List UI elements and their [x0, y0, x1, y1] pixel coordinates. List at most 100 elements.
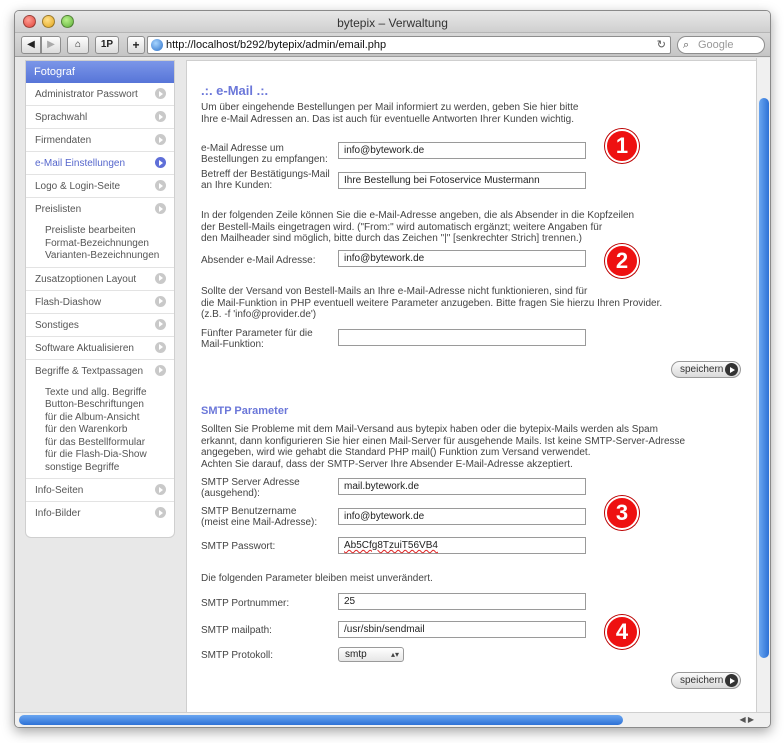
- sender-email-label: Absender e-Mail Adresse:: [201, 255, 316, 266]
- email-intro: Um über eingehende Bestellungen per Mail…: [201, 102, 579, 125]
- arrow-right-icon: [155, 88, 166, 99]
- sidebar-item-flash-diashow[interactable]: Flash-Diashow: [26, 291, 174, 314]
- sidebar-item-begriffe[interactable]: Begriffe & Textpassagen: [26, 360, 174, 383]
- sender-info-text: In der folgenden Zeile können Sie die e-…: [201, 210, 635, 244]
- sidebar-item-label: Info-Seiten: [35, 485, 84, 496]
- fifth-param-label: Fünfter Parameter für die Mail-Funktion:: [201, 328, 313, 350]
- save-button-label: speichern: [680, 675, 724, 686]
- sender-email-input[interactable]: info@bytework.de: [338, 250, 586, 267]
- submenu-link[interactable]: für die Flash-Dia-Show: [45, 449, 174, 462]
- address-bar[interactable]: http://localhost/b292/bytepix/admin/emai…: [147, 36, 671, 54]
- email-section-title: .:. e-Mail .:.: [201, 83, 269, 98]
- smtp-protocol-label: SMTP Protokoll:: [201, 650, 274, 661]
- fifth-param-info-text: Sollte der Versand von Bestell-Mails an …: [201, 286, 663, 320]
- sidebar-item-email-einstellungen[interactable]: e-Mail Einstellungen: [26, 152, 174, 175]
- order-email-input[interactable]: info@bytework.de: [338, 142, 586, 159]
- vertical-scrollbar[interactable]: [756, 58, 770, 714]
- smtp-section-title: SMTP Parameter: [201, 405, 289, 417]
- sidebar-item-label: Info-Bilder: [35, 508, 81, 519]
- back-button[interactable]: ◀: [21, 36, 41, 54]
- search-icon: ⌕: [683, 39, 690, 51]
- submenu-link[interactable]: Texte und allg. Begriffe: [45, 387, 174, 400]
- window-title: bytepix – Verwaltung: [337, 16, 448, 30]
- sidebar-item-zusatzoptionen[interactable]: Zusatzoptionen Layout: [26, 268, 174, 291]
- arrow-right-icon: [155, 180, 166, 191]
- sidebar-item-logo-login[interactable]: Logo & Login-Seite: [26, 175, 174, 198]
- submenu-link[interactable]: für das Bestellformular: [45, 437, 174, 450]
- annotation-badge-1: 1: [605, 129, 639, 163]
- smtp-mailpath-input[interactable]: /usr/sbin/sendmail: [338, 621, 586, 638]
- smtp-protocol-value: smtp: [345, 649, 367, 660]
- smtp-server-label: SMTP Server Adresse (ausgehend):: [201, 477, 300, 499]
- arrow-right-icon: [155, 295, 166, 307]
- page-viewport: Fotograf Administrator Passwort Sprachwa…: [15, 58, 757, 714]
- home-button[interactable]: ⌂: [67, 36, 89, 54]
- submenu-link[interactable]: Button-Beschriftungen: [45, 399, 174, 412]
- search-input[interactable]: ⌕ Google: [677, 36, 765, 54]
- submenu-link[interactable]: sonstige Begriffe: [45, 462, 174, 475]
- browser-window: bytepix – Verwaltung ◀ ▶ ⌂ 1P + http://l…: [14, 10, 771, 728]
- preislisten-submenu: Preisliste bearbeiten Format-Bezeichnung…: [26, 221, 174, 268]
- sidebar-item-info-bilder[interactable]: Info-Bilder: [26, 502, 174, 525]
- order-email-label: e-Mail Adresse um Bestellungen zu empfan…: [201, 143, 328, 165]
- globe-icon: [151, 39, 163, 51]
- sidebar-item-software-aktualisieren[interactable]: Software Aktualisieren: [26, 337, 174, 360]
- sidebar-item-label: Sprachwahl: [35, 112, 88, 123]
- smtp-password-input[interactable]: Ab5Cfg8TzuiT56VB4: [338, 537, 586, 554]
- url-text: http://localhost/b292/bytepix/admin/emai…: [166, 39, 387, 51]
- sidebar-item-label: Firmendaten: [35, 135, 92, 146]
- submenu-link[interactable]: Varianten-Bezeichnungen: [45, 250, 174, 263]
- main-content: .:. e-Mail .:. Um über eingehende Bestel…: [186, 60, 757, 714]
- smtp-username-input[interactable]: info@bytework.de: [338, 508, 586, 525]
- scroll-arrows-icon[interactable]: ◀ ▶: [739, 713, 754, 727]
- sidebar-header: Fotograf: [26, 61, 174, 83]
- horizontal-scrollbar[interactable]: ◀ ▶: [15, 712, 770, 727]
- add-bookmark-button[interactable]: +: [127, 36, 145, 54]
- reload-icon[interactable]: ↻: [657, 37, 666, 53]
- arrow-right-icon: [155, 318, 166, 330]
- horizontal-scroll-thumb[interactable]: [19, 715, 623, 725]
- fifth-param-input[interactable]: [338, 329, 586, 346]
- submenu-link[interactable]: Preisliste bearbeiten: [45, 225, 174, 238]
- sidebar-item-label: Logo & Login-Seite: [35, 181, 121, 192]
- arrow-right-icon: [155, 157, 166, 168]
- smtp-server-input[interactable]: mail.bytework.de: [338, 478, 586, 495]
- arrow-right-icon: [725, 363, 738, 376]
- sidebar-item-preislisten[interactable]: Preislisten: [26, 198, 174, 221]
- smtp-protocol-select[interactable]: smtp ▴▾: [338, 647, 404, 662]
- submenu-link[interactable]: für die Album-Ansicht: [45, 412, 174, 425]
- save-button-label: speichern: [680, 364, 724, 375]
- smtp-mailpath-label: SMTP mailpath:: [201, 625, 272, 636]
- arrow-right-icon: [155, 484, 166, 495]
- sidebar-item-sonstiges[interactable]: Sonstiges: [26, 314, 174, 337]
- vertical-scroll-thumb[interactable]: [759, 98, 769, 658]
- annotation-badge-4: 4: [605, 615, 639, 649]
- save-email-button[interactable]: speichern: [671, 361, 741, 378]
- sidebar-item-firmendaten[interactable]: Firmendaten: [26, 129, 174, 152]
- admin-sidebar: Fotograf Administrator Passwort Sprachwa…: [25, 60, 175, 538]
- smtp-password-label: SMTP Passwort:: [201, 541, 276, 552]
- sidebar-item-sprachwahl[interactable]: Sprachwahl: [26, 106, 174, 129]
- arrow-right-icon: [155, 364, 166, 376]
- smtp-note: Die folgenden Parameter bleiben meist un…: [201, 573, 433, 584]
- sidebar-item-label: Preislisten: [35, 204, 82, 215]
- sidebar-item-info-seiten[interactable]: Info-Seiten: [26, 479, 174, 502]
- sidebar-item-label: Zusatzoptionen Layout: [35, 273, 137, 285]
- annotation-badge-2: 2: [605, 244, 639, 278]
- save-smtp-button[interactable]: speichern: [671, 672, 741, 689]
- onepassword-button[interactable]: 1P: [95, 36, 119, 54]
- submenu-link[interactable]: Format-Bezeichnungen: [45, 238, 174, 251]
- confirmation-subject-label: Betreff der Bestätigungs-Mail an Ihre Ku…: [201, 169, 330, 191]
- submenu-link[interactable]: für den Warenkorb: [45, 424, 174, 437]
- begriffe-submenu: Texte und allg. Begriffe Button-Beschrif…: [26, 383, 174, 479]
- forward-button[interactable]: ▶: [41, 36, 61, 54]
- sidebar-item-label: Flash-Diashow: [35, 296, 102, 308]
- title-bar: bytepix – Verwaltung: [15, 11, 770, 33]
- sidebar-item-administrator-passwort[interactable]: Administrator Passwort: [26, 83, 174, 106]
- arrow-right-icon: [155, 111, 166, 122]
- smtp-port-input[interactable]: 25: [338, 593, 586, 610]
- sidebar-item-label: Sonstiges: [35, 319, 79, 331]
- arrow-right-icon: [155, 507, 166, 518]
- confirmation-subject-input[interactable]: Ihre Bestellung bei Fotoservice Musterma…: [338, 172, 586, 189]
- annotation-badge-3: 3: [605, 496, 639, 530]
